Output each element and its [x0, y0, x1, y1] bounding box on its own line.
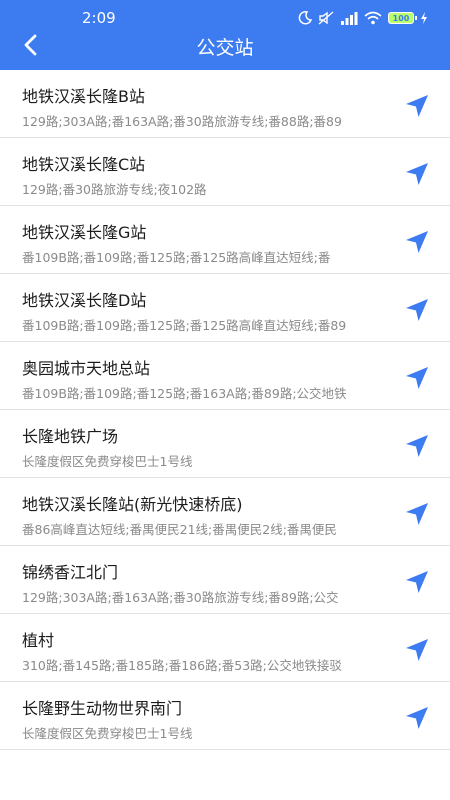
- station-row[interactable]: 地铁汉溪长隆G站 番109B路;番109路;番125路;番125路高峰直达短线;…: [0, 206, 450, 274]
- station-name: 地铁汉溪长隆D站: [22, 291, 147, 310]
- station-routes: 番109B路;番109路;番125路;番125路高峰直达短线;番89: [22, 318, 347, 333]
- station-row[interactable]: 地铁汉溪长隆D站 番109B路;番109路;番125路;番125路高峰直达短线;…: [0, 274, 450, 342]
- station-name: 植村: [22, 631, 55, 650]
- station-list: 地铁汉溪长隆B站 129路;303A路;番163A路;番30路旅游专线;番88路…: [0, 70, 450, 750]
- navigate-icon[interactable]: [404, 705, 430, 731]
- station-name: 长隆地铁广场: [22, 427, 119, 446]
- station-row[interactable]: 地铁汉溪长隆B站 129路;303A路;番163A路;番30路旅游专线;番88路…: [0, 70, 450, 138]
- navigate-icon[interactable]: [404, 569, 430, 595]
- charging-icon: [421, 12, 427, 24]
- status-bar: 2:09 100: [0, 0, 450, 34]
- station-name: 地铁汉溪长隆G站: [22, 223, 147, 242]
- navigate-icon[interactable]: [404, 229, 430, 255]
- navigate-icon[interactable]: [404, 501, 430, 527]
- station-routes: 129路;番30路旅游专线;夜102路: [22, 182, 207, 197]
- station-name: 锦绣香江北门: [22, 563, 119, 582]
- navigate-icon[interactable]: [404, 161, 430, 187]
- signal-icon: [341, 12, 358, 25]
- status-icons: 100: [298, 9, 428, 27]
- station-routes: 长隆度假区免费穿梭巴士1号线: [22, 454, 193, 469]
- moon-icon: [298, 11, 312, 25]
- station-routes: 129路;303A路;番163A路;番30路旅游专线;番88路;番89: [22, 114, 342, 129]
- navigate-icon[interactable]: [404, 93, 430, 119]
- station-name: 奥园城市天地总站: [22, 359, 151, 378]
- station-row[interactable]: 长隆野生动物世界南门 长隆度假区免费穿梭巴士1号线: [0, 682, 450, 750]
- wifi-icon: [364, 11, 382, 25]
- station-name: 地铁汉溪长隆B站: [22, 87, 145, 106]
- station-row[interactable]: 奥园城市天地总站 番109B路;番109路;番125路;番163A路;番89路;…: [0, 342, 450, 410]
- navigate-icon[interactable]: [404, 365, 430, 391]
- station-row[interactable]: 地铁汉溪长隆站(新光快速桥底) 番86高峰直达短线;番禺便民21线;番禺便民2线…: [0, 478, 450, 546]
- station-routes: 310路;番145路;番185路;番186路;番53路;公交地铁接驳: [22, 658, 342, 673]
- station-name: 地铁汉溪长隆C站: [22, 155, 146, 174]
- station-routes: 番86高峰直达短线;番禺便民21线;番禺便民2线;番禺便民: [22, 522, 337, 537]
- station-name: 长隆野生动物世界南门: [22, 699, 183, 718]
- station-row[interactable]: 锦绣香江北门 129路;303A路;番163A路;番30路旅游专线;番89路;公…: [0, 546, 450, 614]
- station-routes: 129路;303A路;番163A路;番30路旅游专线;番89路;公交: [22, 590, 339, 605]
- status-time: 2:09: [82, 9, 116, 27]
- battery-icon: 100: [388, 12, 417, 24]
- station-row[interactable]: 植村 310路;番145路;番185路;番186路;番53路;公交地铁接驳: [0, 614, 450, 682]
- page-title: 公交站: [196, 37, 254, 59]
- station-row[interactable]: 长隆地铁广场 长隆度假区免费穿梭巴士1号线: [0, 410, 450, 478]
- navigate-icon[interactable]: [404, 433, 430, 459]
- navigate-icon[interactable]: [404, 637, 430, 663]
- station-name: 地铁汉溪长隆站(新光快速桥底): [22, 495, 243, 514]
- station-routes: 番109B路;番109路;番125路;番163A路;番89路;公交地铁: [22, 386, 347, 401]
- station-routes: 番109B路;番109路;番125路;番125路高峰直达短线;番: [22, 250, 331, 265]
- station-routes: 长隆度假区免费穿梭巴士1号线: [22, 726, 193, 741]
- app-header: 2:09 100 公交站: [0, 0, 450, 70]
- mute-icon: [318, 11, 334, 25]
- navigate-icon[interactable]: [404, 297, 430, 323]
- station-row[interactable]: 地铁汉溪长隆C站 129路;番30路旅游专线;夜102路: [0, 138, 450, 206]
